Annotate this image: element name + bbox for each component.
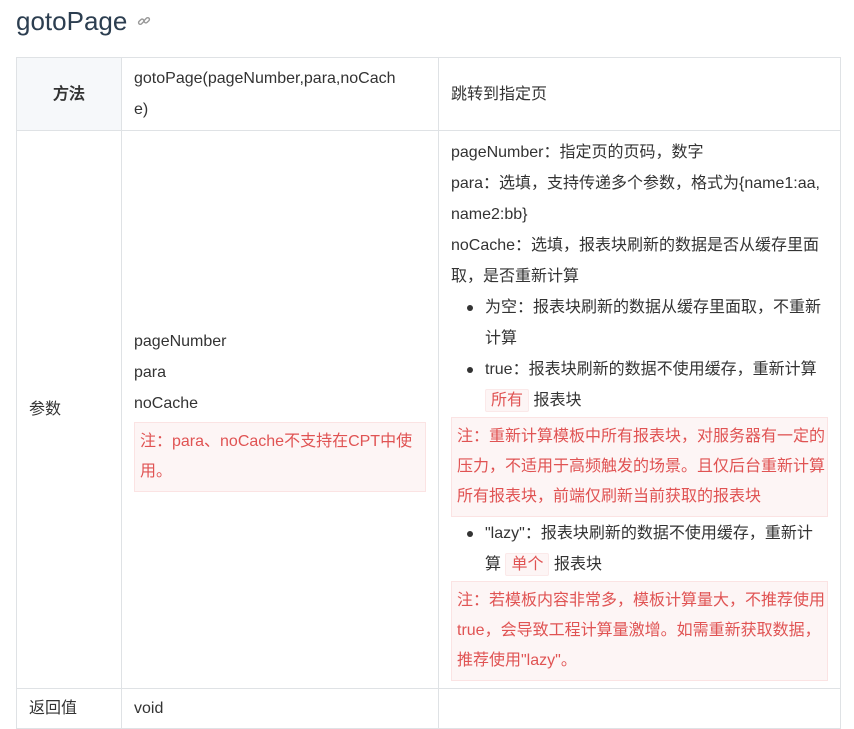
- option-line: 为空：报表块刷新的数据从缓存里面取，不重新: [485, 299, 822, 316]
- method-description: 跳转到指定页: [438, 57, 841, 131]
- detail-line: noCache：选填，报表块刷新的数据是否从缓存里面: [451, 237, 820, 254]
- note-lazy: 注：若模板内容非常多，模板计算量大，不推荐使用 true，会导致工程计算量激增。…: [451, 581, 828, 681]
- return-empty: [438, 688, 841, 729]
- return-value: void: [121, 688, 439, 729]
- option-text: 算: [485, 556, 502, 573]
- inline-code: 单个: [505, 553, 550, 576]
- params-detail: pageNumber：指定页的页码，数字 para：选填，支持传递多个参数，格式…: [438, 130, 841, 689]
- method-row: 方法 gotoPage(pageNumber,para,noCach e) 跳转…: [16, 57, 841, 131]
- note-line: 所有报表块，前端仅刷新当前获取的报表块: [457, 488, 762, 505]
- option-text: 报表块: [553, 556, 602, 573]
- nocache-options: 为空：报表块刷新的数据从缓存里面取，不重新 计算 true：报表块刷新的数据不使…: [451, 292, 828, 416]
- params-label: 参数: [16, 130, 122, 689]
- inline-code: 所有: [485, 389, 530, 412]
- api-table: 方法 gotoPage(pageNumber,para,noCach e) 跳转…: [16, 57, 841, 729]
- page-header: gotoPage: [16, 4, 151, 38]
- option-line: 所有 报表块: [485, 385, 828, 416]
- param-name: noCache: [134, 395, 199, 412]
- note-line: 压力，不适用于高频触发的场景。且仅后台重新计算: [457, 458, 826, 475]
- option-line: "lazy"：报表块刷新的数据不使用缓存，重新计: [485, 525, 813, 542]
- note-line: 推荐使用"lazy"。: [457, 652, 577, 669]
- param-name: pageNumber: [134, 333, 227, 350]
- params-row: 参数 pageNumber para noCache 注：para、noCach…: [16, 130, 841, 689]
- note-line: 注：para、noCache不支持在CPT中使: [140, 433, 413, 450]
- nocache-options-lazy: "lazy"：报表块刷新的数据不使用缓存，重新计 算 单个 报表块: [451, 518, 828, 580]
- signature-line: gotoPage(pageNumber,para,noCach: [134, 70, 396, 87]
- link-icon[interactable]: [137, 14, 151, 28]
- signature-line: e): [134, 101, 149, 118]
- return-label: 返回值: [16, 688, 122, 729]
- option-line: true：报表块刷新的数据不使用缓存，重新计算: [485, 361, 817, 378]
- note-line: 用。: [140, 463, 173, 480]
- note-true: 注：重新计算模板中所有报表块，对服务器有一定的 压力，不适用于高频触发的场景。且…: [451, 417, 828, 517]
- detail-line: 取，是否重新计算: [451, 268, 580, 285]
- option-true: true：报表块刷新的数据不使用缓存，重新计算 所有 报表块: [467, 354, 828, 416]
- option-line: 算 单个 报表块: [485, 549, 828, 580]
- params-note: 注：para、noCache不支持在CPT中使 用。: [134, 422, 426, 492]
- option-empty: 为空：报表块刷新的数据从缓存里面取，不重新 计算: [467, 292, 828, 354]
- detail-line: pageNumber：指定页的页码，数字: [451, 144, 704, 161]
- option-text: 报表块: [533, 392, 582, 409]
- return-row: 返回值 void: [16, 688, 841, 729]
- page-title: gotoPage: [16, 5, 128, 36]
- option-line: 计算: [485, 330, 518, 347]
- detail-line: name2:bb}: [451, 206, 528, 223]
- method-label: 方法: [16, 57, 122, 131]
- params-names: pageNumber para noCache 注：para、noCache不支…: [121, 130, 439, 689]
- method-signature: gotoPage(pageNumber,para,noCach e): [121, 57, 439, 131]
- note-line: 注：若模板内容非常多，模板计算量大，不推荐使用: [457, 592, 826, 609]
- option-lazy: "lazy"：报表块刷新的数据不使用缓存，重新计 算 单个 报表块: [467, 518, 828, 580]
- detail-line: para：选填，支持传递多个参数，格式为{name1:aa,: [451, 175, 820, 192]
- note-line: 注：重新计算模板中所有报表块，对服务器有一定的: [457, 428, 826, 445]
- param-name: para: [134, 364, 167, 381]
- note-line: true，会导致工程计算量激增。如需重新获取数据，: [457, 622, 821, 639]
